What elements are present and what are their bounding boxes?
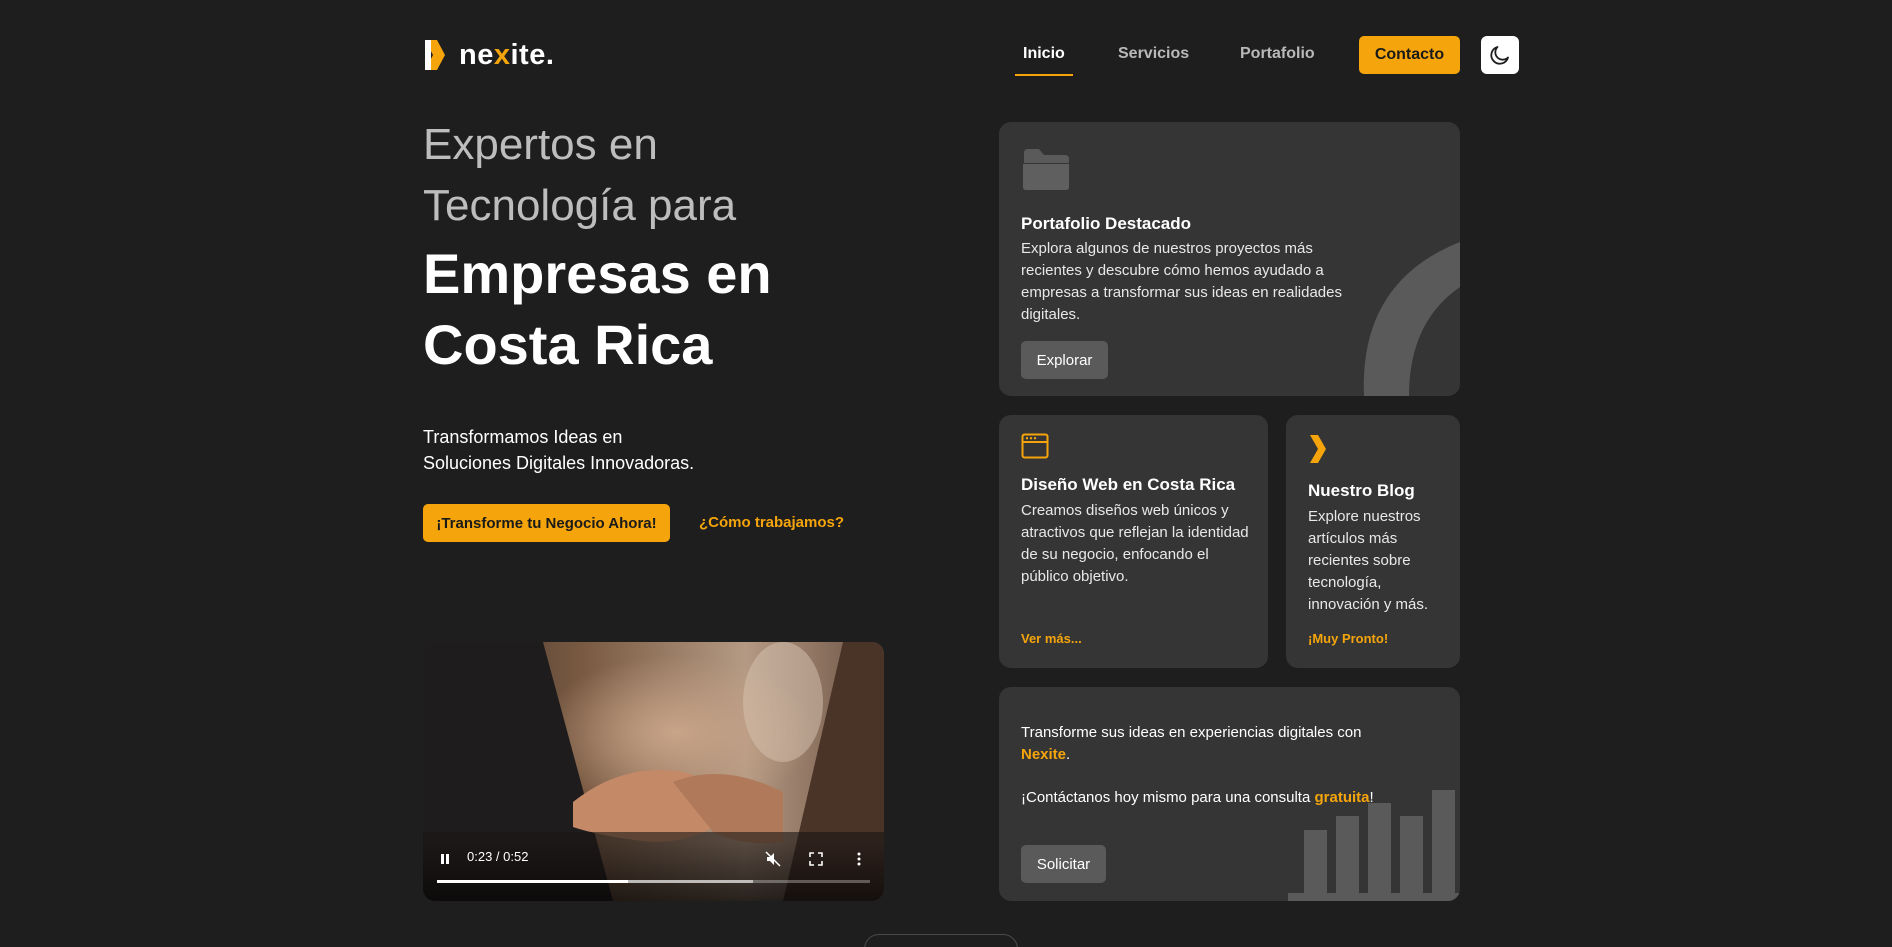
nav-item-inicio[interactable]: Inicio [1015,36,1073,76]
contact-button[interactable]: Contacto [1359,36,1460,74]
pause-icon[interactable] [437,851,453,867]
main-nav: Inicio Servicios Portafolio [0,36,1892,76]
video-time: 0:23 / 0:52 [467,849,529,864]
hero-heading-light: Expertos en Tecnología para [423,120,737,230]
coming-soon-link[interactable]: ¡Muy Pronto! [1308,631,1388,646]
muted-icon[interactable] [765,851,781,867]
web-design-card: Diseño Web en Costa Rica Creamos diseños… [999,415,1268,668]
browser-window-icon [1021,433,1049,459]
video-progress-bar[interactable] [437,880,870,883]
explore-button[interactable]: Explorar [1021,341,1108,379]
web-design-card-text: Creamos diseños web únicos y atractivos … [1021,502,1249,585]
theme-toggle-button[interactable] [1481,36,1519,74]
bar-chart-icon [1288,790,1460,901]
see-more-link[interactable]: Ver más... [1021,631,1082,646]
request-button[interactable]: Solicitar [1021,845,1106,883]
blog-card-text: Explore nuestros artículos más recientes… [1308,508,1429,613]
cta-text-1: Transforme sus ideas en experiencias dig… [1021,724,1362,763]
more-options-icon[interactable] [851,851,867,867]
transform-business-button[interactable]: ¡Transforme tu Negocio Ahora! [423,504,670,542]
how-we-work-link[interactable]: ¿Cómo trabajamos? [699,514,844,531]
fullscreen-icon[interactable] [808,851,824,867]
floating-widget[interactable] [864,934,1018,947]
blog-card-title: Nuestro Blog [1308,481,1415,500]
portfolio-card-title: Portafolio Destacado [1021,214,1192,233]
video-played-bar [437,880,628,883]
hero-subtitle: Transformamos Ideas en Soluciones Digita… [423,427,695,473]
video-player[interactable]: 0:23 / 0:52 [423,642,884,901]
nav-item-servicios[interactable]: Servicios [1118,36,1189,76]
contact-cta-card: Transforme sus ideas en experiencias dig… [999,687,1460,901]
nav-item-portafolio[interactable]: Portafolio [1240,36,1315,76]
portfolio-card-text: Explora algunos de nuestros proyectos má… [1021,240,1342,323]
moon-icon [1490,46,1509,65]
chevron-right-icon [1310,435,1326,463]
blog-card: Nuestro Blog Explore nuestros artículos … [1286,415,1460,668]
folder-icon [1023,149,1069,190]
portfolio-card: Portafolio Destacado Explora algunos de … [999,122,1460,396]
arc-decoration [1363,242,1460,396]
hero-heading-bold: Empresas en Costa Rica [423,242,772,376]
web-design-card-title: Diseño Web en Costa Rica [1021,475,1236,494]
